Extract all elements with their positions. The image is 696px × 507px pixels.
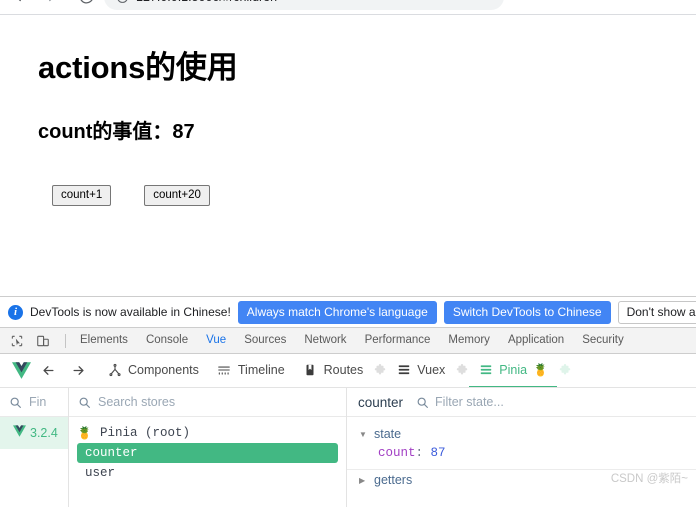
count-plus-20-button[interactable]: count+20 — [144, 185, 210, 206]
store-item-label: user — [85, 466, 116, 480]
vue-history-controls — [40, 363, 98, 379]
tab-elements[interactable]: Elements — [71, 330, 137, 351]
store-item-label: Pinia (root) — [99, 426, 190, 440]
store-item-label: counter — [85, 446, 138, 460]
vue-version-label: 3.2.4 — [30, 426, 58, 440]
counter-button-row: count+1 count+20 — [38, 185, 658, 206]
browser-nav-buttons — [8, 0, 96, 6]
pinia-icon — [478, 363, 493, 378]
devtools-language-notification: i DevTools is now available in Chinese! … — [0, 296, 696, 328]
forward-icon[interactable] — [42, 0, 62, 6]
toolbar-divider — [65, 333, 66, 348]
tab-application[interactable]: Application — [499, 330, 573, 351]
vue-app-logo-icon — [13, 424, 26, 442]
vue-nav-timeline-label: Timeline — [237, 363, 285, 377]
store-item-pinia-root[interactable]: 🍍 Pinia (root) — [77, 423, 338, 443]
state-entry-key: count — [378, 446, 416, 460]
app-search-placeholder: Fin — [29, 395, 47, 409]
search-icon — [78, 396, 91, 409]
tab-sources[interactable]: Sources — [235, 330, 295, 351]
state-inspector-header: counter Filter state... — [347, 388, 696, 417]
vuex-icon — [396, 363, 411, 378]
switch-devtools-to-chinese-button[interactable]: Switch DevTools to Chinese — [443, 300, 611, 324]
browser-toolbar: 127.0.0.1:5000/#/children — [0, 0, 696, 15]
app-selector-pane: Fin 3.2.4 — [0, 388, 69, 507]
inspect-element-icon[interactable] — [6, 331, 28, 351]
chevron-right-icon: ▶ — [359, 475, 366, 485]
always-match-chrome-language-button[interactable]: Always match Chrome's language — [237, 300, 437, 324]
stores-search-placeholder: Search stores — [98, 395, 176, 409]
state-inspector-pane: counter Filter state... ▼ state count: 8… — [347, 388, 696, 507]
vue-back-icon[interactable] — [40, 363, 56, 379]
page-title: actions的使用 — [38, 50, 238, 85]
state-entry-value: 87 — [430, 446, 446, 460]
store-item-user[interactable]: user — [77, 463, 338, 483]
state-filter-placeholder: Filter state... — [435, 395, 504, 409]
vue-nav-routes-label: Routes — [323, 363, 364, 377]
device-toolbar-icon[interactable] — [32, 331, 54, 351]
back-icon[interactable] — [8, 0, 28, 6]
app-list-item[interactable]: 3.2.4 — [0, 417, 68, 449]
page-content: actions的使用 count的事值：87 count+1 count+20 — [0, 15, 696, 296]
vue-devtools-body: Fin 3.2.4 Search stores 🍍 Pinia (root) c… — [0, 388, 696, 507]
plugin-puzzle-icon-pinia — [557, 363, 572, 378]
getters-group-label: getters — [374, 473, 413, 487]
count-display: count的事值：87 — [38, 121, 195, 143]
tab-security[interactable]: Security — [573, 330, 633, 351]
state-tree: ▼ state count: 87 ▶ getters — [347, 417, 696, 489]
store-item-counter[interactable]: counter — [77, 443, 338, 463]
pineapple-emoji-icon: 🍍 — [77, 426, 92, 441]
components-icon — [107, 363, 122, 378]
pineapple-emoji-icon: 🍍 — [533, 363, 549, 377]
search-icon — [416, 396, 429, 409]
vue-nav-vuex-label: Vuex — [417, 363, 446, 377]
count-plus-1-button[interactable]: count+1 — [52, 185, 112, 206]
tab-network[interactable]: Network — [295, 330, 355, 351]
tab-memory[interactable]: Memory — [439, 330, 499, 351]
vue-nav-pinia-label: Pinia — [499, 363, 528, 377]
notification-message: DevTools is now available in Chinese! — [30, 305, 231, 319]
timeline-icon — [217, 363, 232, 378]
tab-vue[interactable]: Vue — [197, 330, 235, 351]
state-filter-field[interactable]: Filter state... — [416, 395, 504, 409]
app-search-field[interactable]: Fin — [0, 388, 68, 417]
vue-devtools-nav: Components Timeline Routes Vuex Pinia 🍍 — [98, 355, 572, 387]
vue-nav-vuex[interactable]: Vuex — [387, 355, 454, 387]
stores-pane: Search stores 🍍 Pinia (root) counter use… — [69, 388, 347, 507]
info-icon: i — [8, 304, 23, 320]
state-group-state[interactable]: ▼ state — [347, 425, 696, 443]
state-entry-count[interactable]: count: 87 — [347, 443, 696, 463]
store-list: 🍍 Pinia (root) counter user — [69, 417, 346, 483]
plugin-puzzle-icon-routes — [372, 363, 387, 378]
vue-nav-pinia[interactable]: Pinia 🍍 — [469, 355, 557, 387]
vue-nav-components-label: Components — [128, 363, 199, 377]
vue-nav-components[interactable]: Components — [98, 355, 208, 387]
devtools-tab-bar: Elements Console Vue Sources Network Per… — [0, 328, 696, 354]
reload-icon[interactable] — [76, 0, 96, 6]
site-info-icon[interactable] — [116, 0, 129, 4]
vue-nav-routes[interactable]: Routes — [294, 355, 373, 387]
vue-nav-timeline[interactable]: Timeline — [208, 355, 294, 387]
state-group-label: state — [374, 427, 402, 441]
chevron-down-icon: ▼ — [359, 429, 367, 439]
vue-logo-icon — [0, 362, 40, 379]
tab-console[interactable]: Console — [137, 330, 197, 351]
state-group-getters[interactable]: ▶ getters — [347, 470, 696, 489]
devtools-tool-icons — [0, 331, 60, 351]
tab-performance[interactable]: Performance — [356, 330, 440, 351]
plugin-puzzle-icon-vuex — [454, 363, 469, 378]
search-icon — [9, 396, 22, 409]
vue-devtools-toolbar: Components Timeline Routes Vuex Pinia 🍍 — [0, 354, 696, 388]
stores-search-field[interactable]: Search stores — [69, 388, 346, 417]
address-bar-url: 127.0.0.1:5000/#/children — [136, 0, 277, 4]
dont-show-again-button[interactable]: Don't show again — [617, 300, 696, 324]
vue-forward-icon[interactable] — [70, 363, 86, 379]
selected-store-title: counter — [358, 394, 404, 410]
address-bar[interactable]: 127.0.0.1:5000/#/children — [104, 0, 504, 10]
routes-icon — [303, 363, 318, 378]
